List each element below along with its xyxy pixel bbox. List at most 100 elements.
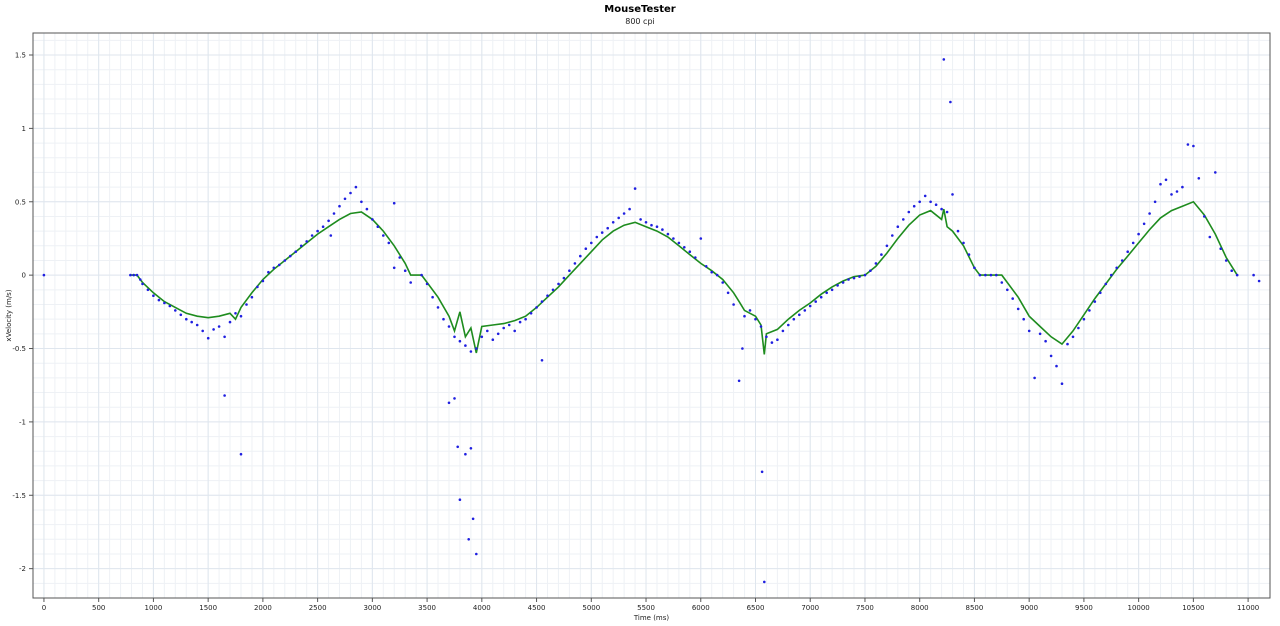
data-point (163, 301, 166, 305)
data-point (1175, 190, 1179, 193)
data-point (726, 291, 730, 295)
y-tick-label: -0.5 (12, 345, 26, 353)
data-point (949, 100, 952, 104)
data-point (217, 325, 221, 328)
x-tick-label: 6000 (692, 604, 710, 612)
data-point (190, 320, 193, 324)
data-point (360, 200, 363, 204)
data-point (984, 273, 987, 277)
data-point (398, 256, 402, 259)
data-point (672, 237, 675, 240)
data-point (1066, 342, 1069, 346)
data-point (1153, 200, 1157, 204)
data-point (471, 517, 475, 521)
x-tick-label: 4000 (473, 604, 491, 612)
data-point (387, 241, 391, 245)
data-point (1016, 307, 1020, 311)
data-point (798, 313, 801, 317)
data-point (699, 237, 703, 240)
data-point (759, 325, 763, 328)
data-point (1219, 247, 1222, 250)
data-point (978, 273, 982, 277)
data-point (475, 347, 478, 350)
data-point (1071, 335, 1075, 339)
data-point (847, 278, 850, 281)
data-point (650, 223, 653, 227)
data-point (305, 240, 309, 243)
data-point (989, 273, 993, 277)
data-point (392, 201, 396, 205)
data-point (272, 266, 276, 270)
data-point (371, 218, 374, 221)
data-point (179, 313, 183, 317)
data-point (294, 250, 298, 253)
x-tick-label: 11000 (1237, 604, 1259, 612)
data-point (760, 470, 764, 474)
data-point (283, 259, 287, 262)
data-point (261, 279, 265, 283)
data-point (1170, 193, 1173, 196)
data-point (595, 235, 599, 239)
data-point (814, 300, 817, 303)
data-point (480, 335, 484, 339)
x-tick-label: 1000 (145, 604, 163, 612)
data-point (1224, 259, 1228, 262)
data-point (141, 282, 144, 286)
data-point (447, 325, 451, 328)
data-point (458, 498, 462, 502)
data-point (929, 200, 932, 204)
data-point (453, 397, 456, 400)
x-tick-label: 7500 (856, 604, 874, 612)
data-point (139, 278, 142, 281)
smoothed-line (130, 200, 1238, 355)
data-point (42, 273, 46, 277)
data-point (1252, 273, 1255, 277)
y-tick-label: -2 (19, 565, 26, 573)
x-tick-label: 4500 (528, 604, 546, 612)
data-point (467, 538, 471, 541)
data-point (792, 317, 796, 321)
data-point (551, 288, 555, 292)
data-point (710, 270, 713, 274)
data-point (228, 320, 232, 324)
data-point (962, 241, 965, 245)
data-point (129, 273, 132, 277)
data-point (382, 234, 385, 237)
data-point (420, 273, 423, 277)
data-point (874, 262, 878, 265)
data-point (737, 379, 741, 383)
data-point (486, 329, 489, 333)
data-point (1022, 317, 1025, 321)
data-point (431, 295, 434, 299)
data-point (940, 207, 943, 211)
data-point (146, 288, 150, 292)
data-point (562, 276, 566, 280)
data-point (195, 323, 199, 327)
data-point (447, 401, 451, 405)
data-point (945, 210, 949, 214)
data-point (239, 452, 243, 456)
data-point (513, 329, 516, 333)
data-point (688, 250, 692, 253)
data-point (376, 225, 380, 228)
x-tick-label: 8000 (911, 604, 929, 612)
data-point (763, 580, 766, 584)
data-point (152, 294, 155, 298)
y-tick-label: 1 (22, 125, 26, 133)
data-point (1044, 339, 1047, 343)
data-point (1011, 297, 1014, 300)
data-point (661, 228, 664, 231)
data-point (741, 347, 744, 350)
data-point (529, 312, 533, 315)
velocity-points (42, 58, 1261, 584)
data-point (1181, 185, 1184, 189)
data-point (453, 335, 456, 339)
data-point (329, 234, 333, 237)
data-point (1235, 273, 1239, 277)
data-point (1027, 329, 1031, 333)
data-point (535, 306, 538, 309)
data-point (1192, 144, 1195, 148)
data-point (250, 295, 254, 299)
data-point (1104, 282, 1108, 286)
data-point (644, 221, 648, 224)
